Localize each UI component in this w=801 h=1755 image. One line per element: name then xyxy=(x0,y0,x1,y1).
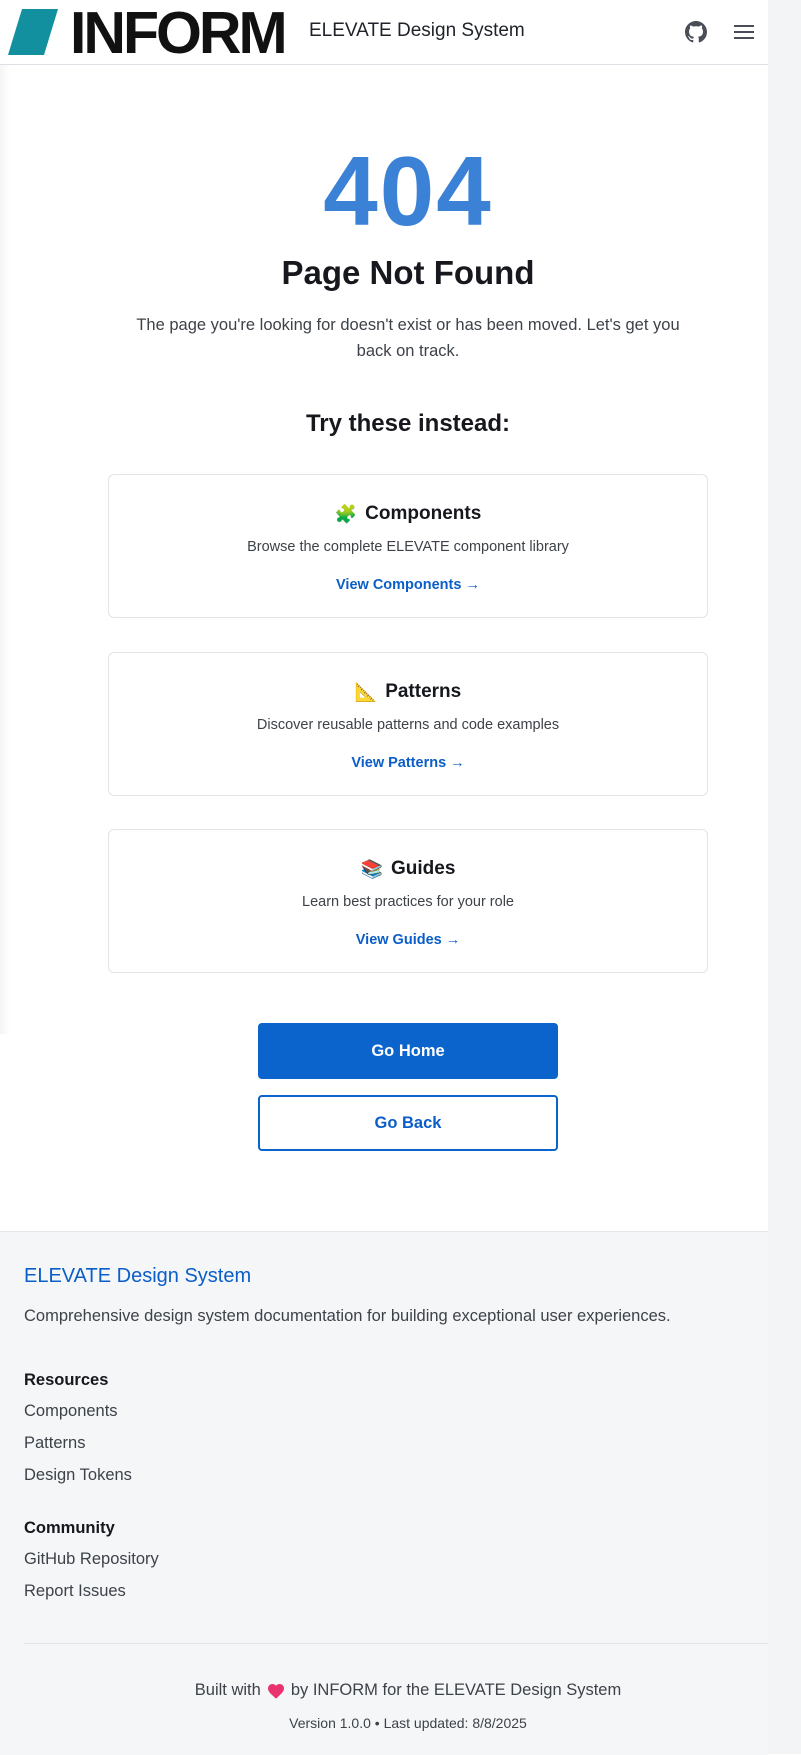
scrollbar-gutter xyxy=(768,0,801,1754)
card-description: Discover reusable patterns and code exam… xyxy=(256,717,560,733)
card-title: Components xyxy=(365,503,482,524)
site-footer: ELEVATE Design System Comprehensive desi… xyxy=(0,1231,768,1755)
error-description: The page you're looking for doesn't exis… xyxy=(136,316,680,360)
github-icon xyxy=(685,21,707,43)
page: INFORM ELEVATE Design System 404 Page No… xyxy=(0,0,768,1755)
heart-icon xyxy=(267,1683,284,1699)
card-components: 🧩 Components Browse the complete ELEVATE… xyxy=(108,474,708,618)
footer-credit: Built with by INFORM for the ELEVATE Des… xyxy=(0,1681,801,1700)
footer-link-components[interactable]: Components xyxy=(24,1402,118,1421)
view-guides-link[interactable]: View Guides → xyxy=(109,932,707,948)
built-suffix: by INFORM for the ELEVATE Design System xyxy=(290,1681,622,1699)
card-patterns: 📐 Patterns Discover reusable patterns an… xyxy=(108,652,708,796)
card-title: Patterns xyxy=(385,681,462,702)
card-header: 📐 Patterns xyxy=(109,681,707,703)
card-description: Learn best practices for your role xyxy=(302,894,514,910)
footer-link-report-issues[interactable]: Report Issues xyxy=(24,1582,126,1601)
card-description: Browse the complete ELEVATE component li… xyxy=(247,539,569,555)
version-info: Version 1.0.0 • Last updated: 8/8/2025 xyxy=(289,1715,527,1731)
view-components-link[interactable]: View Components → xyxy=(109,577,707,593)
card-header: 📚 Guides xyxy=(109,858,707,880)
inform-logo[interactable]: INFORM xyxy=(8,3,308,63)
error-code: 404 xyxy=(323,136,493,246)
hamburger-menu-icon xyxy=(734,25,754,39)
footer-brand: ELEVATE Design System xyxy=(24,1265,252,1287)
site-title[interactable]: ELEVATE Design System xyxy=(309,20,525,42)
resources-heading: Resources xyxy=(24,1371,109,1389)
page-title: Page Not Found xyxy=(281,254,535,291)
books-icon: 📚 xyxy=(360,858,383,879)
footer-link-design-tokens[interactable]: Design Tokens xyxy=(24,1466,132,1485)
footer-link-github[interactable]: GitHub Repository xyxy=(24,1550,159,1569)
card-header: 🧩 Components xyxy=(109,503,707,525)
view-patterns-link[interactable]: View Patterns → xyxy=(109,755,707,771)
triangular-ruler-icon: 📐 xyxy=(354,681,378,702)
card-guides: 📚 Guides Learn best practices for your r… xyxy=(108,829,708,973)
community-heading: Community xyxy=(24,1519,115,1537)
card-title: Guides xyxy=(391,858,456,879)
footer-divider xyxy=(24,1643,768,1644)
go-back-button[interactable]: Go Back xyxy=(258,1095,558,1151)
suggestions-heading: Try these instead: xyxy=(305,410,511,437)
footer-link-patterns[interactable]: Patterns xyxy=(24,1434,85,1453)
built-prefix: Built with xyxy=(194,1681,261,1699)
logo-text: INFORM xyxy=(70,0,288,66)
footer-description: Comprehensive design system documentatio… xyxy=(24,1307,671,1325)
go-home-button[interactable]: Go Home xyxy=(258,1023,558,1079)
puzzle-icon: 🧩 xyxy=(334,503,358,524)
github-button[interactable] xyxy=(681,17,711,47)
logo-mark-icon xyxy=(8,9,58,55)
menu-button[interactable] xyxy=(729,17,759,47)
site-header: INFORM ELEVATE Design System xyxy=(0,0,768,65)
